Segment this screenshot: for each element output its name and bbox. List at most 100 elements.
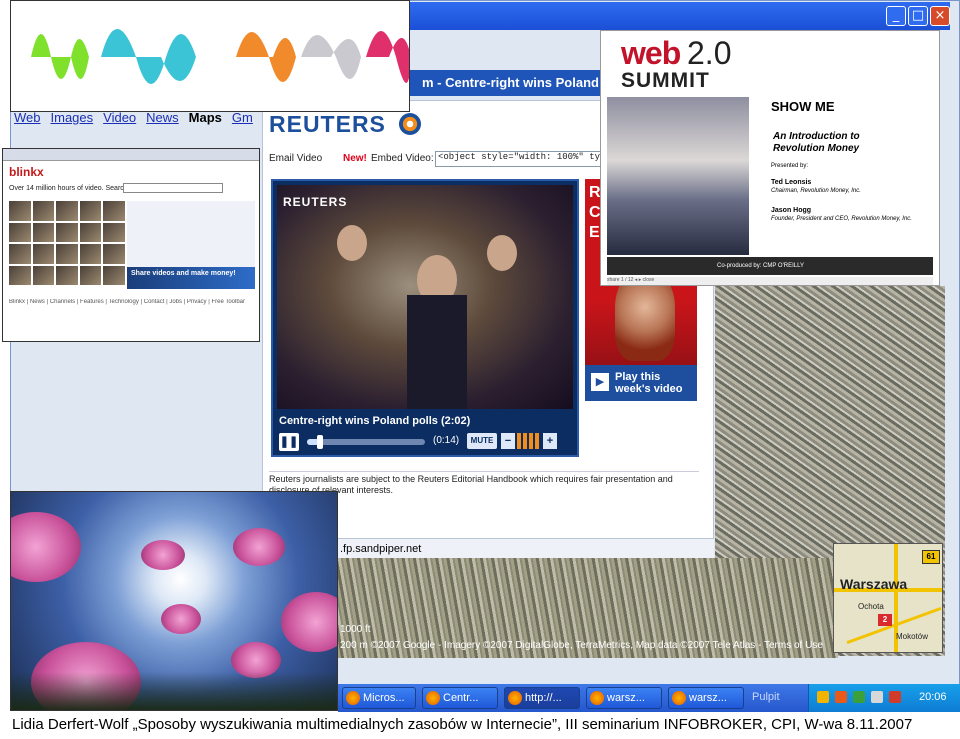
thumbnail[interactable] xyxy=(103,201,125,221)
tray-security-icon[interactable] xyxy=(889,691,901,703)
thumbnail[interactable] xyxy=(9,201,31,221)
google-link-video[interactable]: Video xyxy=(103,110,136,132)
thumbnail[interactable] xyxy=(32,222,55,242)
taskbar-item-label: Micros... xyxy=(363,692,405,704)
overview-minimap[interactable]: 61 2 Warszawa Ochota Mokotów xyxy=(833,543,943,653)
seek-handle[interactable] xyxy=(317,435,323,449)
taskbar-item[interactable]: warsz... xyxy=(668,687,744,709)
taskbar-item-label: warsz... xyxy=(607,692,645,704)
thumbnail[interactable] xyxy=(32,201,55,221)
thumbnail[interactable] xyxy=(79,265,102,285)
thumbnail[interactable] xyxy=(32,244,55,264)
embed-code-field[interactable]: <object style="width: 100%" type="ap xyxy=(435,151,603,167)
new-badge: New! xyxy=(343,153,367,164)
thumbnail[interactable] xyxy=(56,244,78,264)
taskbar-item-label: warsz... xyxy=(689,692,727,704)
promo-heading: R C E xyxy=(589,184,601,241)
mute-button[interactable]: MUTE xyxy=(467,433,497,449)
video-figure xyxy=(407,295,467,409)
volume-level[interactable] xyxy=(517,433,541,449)
system-tray: 20:06 xyxy=(808,684,960,712)
audio-waveform-image xyxy=(10,0,410,112)
pause-icon[interactable]: ❚❚ xyxy=(279,433,299,451)
waveform-graphic xyxy=(31,29,409,84)
seek-bar[interactable] xyxy=(307,439,425,445)
play-weeks-video-button[interactable]: ▶ Play this week's video xyxy=(585,365,697,401)
flower xyxy=(141,540,185,570)
waveform-green xyxy=(31,34,89,79)
email-video-link[interactable]: Email Video xyxy=(269,153,322,164)
window-icon xyxy=(346,691,360,705)
thumbnail[interactable] xyxy=(9,265,31,285)
video-player[interactable]: REUTERS Centre-right wins Poland polls (… xyxy=(271,179,579,457)
playback-time: (0:14) xyxy=(433,435,460,446)
presenter-role: Founder, President and CEO, Revolution M… xyxy=(771,216,912,222)
blinkx-search-input[interactable] xyxy=(123,183,223,193)
reuters-globe-icon xyxy=(399,113,421,135)
slide-navigation[interactable]: share 1 / 12 ◂ ▸ close xyxy=(607,277,933,285)
road-shield-61: 61 xyxy=(922,550,940,564)
window-titlebar[interactable] xyxy=(410,2,950,30)
maximize-icon[interactable]: □ xyxy=(908,6,928,26)
taskbar-item[interactable]: Pulpit xyxy=(748,687,806,709)
share-video-banner[interactable]: Share videos and make money! xyxy=(127,267,255,289)
google-link-gmail[interactable]: Gm xyxy=(232,110,253,132)
talk-title: An Introduction to Revolution Money xyxy=(773,131,860,154)
thumbnail[interactable] xyxy=(79,222,102,242)
waveform-cyan xyxy=(101,29,196,84)
flower xyxy=(11,512,81,582)
foliage xyxy=(11,672,337,710)
thumbnail[interactable] xyxy=(103,265,125,285)
google-link-news[interactable]: News xyxy=(146,110,179,132)
volume-down-icon[interactable]: − xyxy=(501,433,515,449)
map-copyright: 200 m ©2007 Google - Imagery ©2007 Digit… xyxy=(340,640,823,651)
thumbnail[interactable] xyxy=(56,201,78,221)
minimap-district-label: Ochota xyxy=(858,602,884,611)
presenter-name: Ted Leonsis xyxy=(771,179,812,186)
minimize-icon[interactable]: _ xyxy=(886,6,906,26)
web20-summit-slide: web 2.0 SUMMIT SHOW ME An Introduction t… xyxy=(600,30,940,286)
thumbnail[interactable] xyxy=(103,222,125,242)
taskbar-item[interactable]: Micros... xyxy=(342,687,416,709)
thumbnail[interactable] xyxy=(56,265,78,285)
tray-app-icon[interactable] xyxy=(835,691,847,703)
tray-folder-icon[interactable] xyxy=(817,691,829,703)
thumbnail[interactable] xyxy=(79,201,102,221)
tray-speaker-icon[interactable] xyxy=(871,691,883,703)
taskbar-item[interactable]: http://... xyxy=(504,687,580,709)
volume-up-icon[interactable]: + xyxy=(543,433,557,449)
play-icon: ▶ xyxy=(591,373,609,391)
summit-title: SUMMIT xyxy=(621,69,710,92)
mountain-image xyxy=(607,97,749,255)
google-link-images[interactable]: Images xyxy=(51,110,94,132)
tray-network-icon[interactable] xyxy=(853,691,865,703)
reuters-logo: REUTERS xyxy=(269,111,386,137)
thumbnail[interactable] xyxy=(9,222,31,242)
video-figure xyxy=(487,235,517,271)
blinkx-footer-links: Blinkx | News | Channels | Features | Te… xyxy=(9,299,246,305)
firefox-icon xyxy=(508,691,522,705)
taskbar-item[interactable]: Centr... xyxy=(422,687,498,709)
thumbnail[interactable] xyxy=(103,244,125,264)
video-figure xyxy=(337,225,367,261)
embed-video-label: Embed Video: xyxy=(371,153,434,164)
thumbnail[interactable] xyxy=(79,244,102,264)
slide-footer: Lidia Derfert-Wolf „Sposoby wyszukiwania… xyxy=(12,716,913,733)
road-shield-2: 2 xyxy=(878,614,892,626)
taskbar-item[interactable]: warsz... xyxy=(586,687,662,709)
google-link-maps[interactable]: Maps xyxy=(189,110,222,132)
presented-by-label: Presented by: xyxy=(771,163,809,169)
firefox-icon xyxy=(426,691,440,705)
thumbnail[interactable] xyxy=(32,265,55,285)
google-link-web[interactable]: Web xyxy=(14,110,41,132)
co-produced-bar: Co-produced by: CMP O'REILLY xyxy=(607,257,933,275)
video-frame[interactable]: REUTERS xyxy=(277,185,573,409)
firefox-icon xyxy=(590,691,604,705)
close-icon[interactable]: × xyxy=(930,6,950,26)
show-me-heading: SHOW ME xyxy=(771,99,835,114)
thumbnail[interactable] xyxy=(56,222,78,242)
waveform-pink xyxy=(366,31,409,83)
thumbnail[interactable] xyxy=(9,244,31,264)
status-url: .fp.sandpiper.net xyxy=(338,538,714,558)
web20-logo: web xyxy=(621,35,681,71)
